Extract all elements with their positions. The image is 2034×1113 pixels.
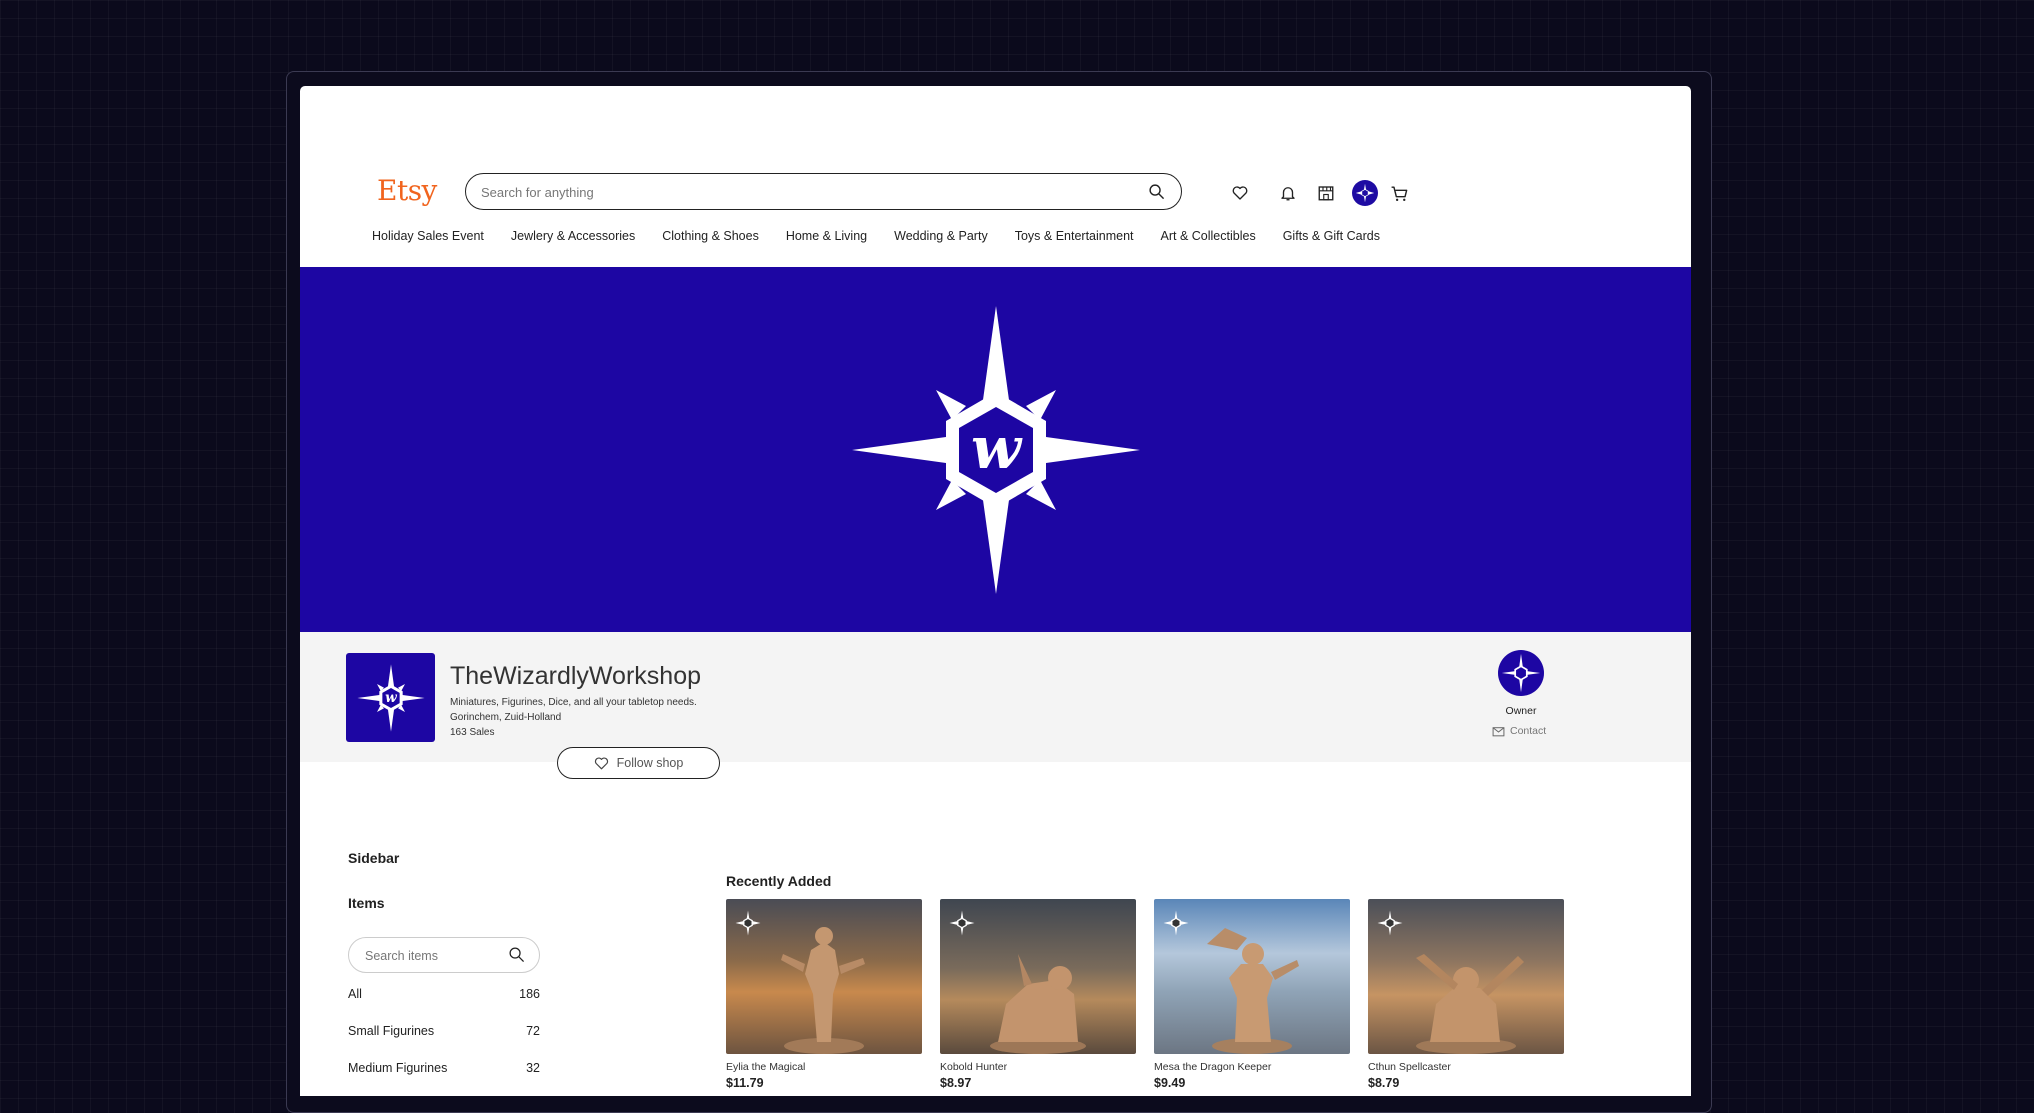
nav-item-art[interactable]: Art & Collectibles: [1161, 229, 1256, 243]
category-count: 186: [519, 987, 540, 1001]
product-name: Mesa the Dragon Keeper: [1154, 1061, 1272, 1073]
owner-avatar[interactable]: [1498, 650, 1544, 696]
product-name: Eylia the Magical: [726, 1061, 806, 1073]
sidebar-title: Sidebar: [348, 850, 400, 866]
shop-tagline: Miniatures, Figurines, Dice, and all you…: [450, 697, 697, 708]
shop-location: Gorinchem, Zuid-Holland: [450, 712, 562, 723]
nav-item-clothing[interactable]: Clothing & Shoes: [662, 229, 759, 243]
category-item-all[interactable]: All 186: [348, 987, 540, 1001]
category-label: All: [348, 987, 362, 1001]
product-image[interactable]: [940, 899, 1136, 1054]
shop-banner: w: [300, 267, 1691, 632]
product-card[interactable]: Kobold Hunter $8.97: [940, 899, 1136, 1090]
product-price: $8.97: [940, 1076, 972, 1090]
search-input[interactable]: [479, 184, 1123, 201]
heart-icon: [594, 756, 608, 769]
shop-info-bar: w TheWizardlyWorkshop Miniatures, Figuri…: [300, 632, 1691, 762]
etsy-logo[interactable]: Etsy: [377, 174, 437, 207]
product-image[interactable]: [1154, 899, 1350, 1054]
watermark-logo: [1163, 910, 1189, 936]
nav-item-wedding[interactable]: Wedding & Party: [894, 229, 988, 243]
product-price: $11.79: [726, 1076, 764, 1090]
follow-shop-button[interactable]: Follow shop: [557, 747, 720, 779]
category-item-medium-figurines[interactable]: Medium Figurines 32: [348, 1061, 540, 1075]
owner-label: Owner: [1505, 705, 1537, 717]
product-price: $9.49: [1154, 1076, 1186, 1090]
search-bar[interactable]: [465, 173, 1182, 210]
product-card[interactable]: Cthun Spellcaster $8.79: [1368, 899, 1564, 1090]
category-count: 72: [526, 1024, 540, 1038]
product-card[interactable]: Mesa the Dragon Keeper $9.49: [1154, 899, 1350, 1090]
item-search-input[interactable]: [363, 948, 507, 964]
figurine-image: [1416, 954, 1524, 1054]
category-label: Small Figurines: [348, 1024, 435, 1038]
category-count: 32: [526, 1061, 540, 1075]
mail-icon: [1492, 726, 1505, 736]
product-price: $8.79: [1368, 1076, 1400, 1090]
product-name: Kobold Hunter: [940, 1061, 1008, 1073]
watermark-logo: [949, 910, 975, 936]
svg-text:w: w: [385, 690, 398, 706]
figurine-image: [1207, 928, 1299, 1054]
watermark-logo: [735, 910, 761, 936]
contact-label: Contact: [1510, 725, 1547, 737]
bell-icon[interactable]: [1277, 182, 1299, 204]
watermark-logo: [1377, 910, 1403, 936]
nav-item-toys[interactable]: Toys & Entertainment: [1015, 229, 1134, 243]
shop-name: TheWizardlyWorkshop: [450, 662, 702, 690]
shop-logo[interactable]: w: [346, 653, 435, 742]
nav-item-home[interactable]: Home & Living: [786, 229, 867, 243]
category-label: Medium Figurines: [348, 1061, 448, 1075]
category-item-small-figurines[interactable]: Small Figurines 72: [348, 1024, 540, 1038]
heart-icon[interactable]: [1229, 182, 1251, 204]
svg-text:w: w: [971, 414, 1023, 482]
shop-sales: 163 Sales: [450, 727, 495, 738]
figurine-image: [781, 927, 865, 1054]
browser-screen: Etsy Holiday Sales Event Jewlery & Acces…: [300, 86, 1691, 1096]
items-title: Items: [348, 895, 385, 911]
figurine-image: [990, 954, 1086, 1054]
follow-shop-label: Follow shop: [616, 756, 684, 770]
product-image[interactable]: [726, 899, 922, 1054]
search-icon[interactable]: [1148, 183, 1165, 205]
product-card[interactable]: Eylia the Magical $11.79: [726, 899, 922, 1090]
category-nav: Holiday Sales Event Jewlery & Accessorie…: [372, 229, 1407, 243]
cart-icon[interactable]: [1388, 182, 1410, 204]
product-name: Cthun Spellcaster: [1368, 1061, 1451, 1073]
nav-item-holiday[interactable]: Holiday Sales Event: [372, 229, 484, 243]
item-search-bar[interactable]: [348, 937, 540, 973]
recently-added-title: Recently Added: [726, 873, 832, 889]
user-avatar[interactable]: [1352, 180, 1378, 206]
product-image[interactable]: [1368, 899, 1564, 1054]
wizard-star-logo: w: [851, 305, 1140, 594]
search-icon[interactable]: [508, 946, 525, 968]
nav-item-gifts[interactable]: Gifts & Gift Cards: [1283, 229, 1380, 243]
nav-item-jewelry[interactable]: Jewlery & Accessories: [511, 229, 635, 243]
shop-icon[interactable]: [1315, 182, 1337, 204]
contact-link[interactable]: Contact: [1492, 725, 1546, 737]
